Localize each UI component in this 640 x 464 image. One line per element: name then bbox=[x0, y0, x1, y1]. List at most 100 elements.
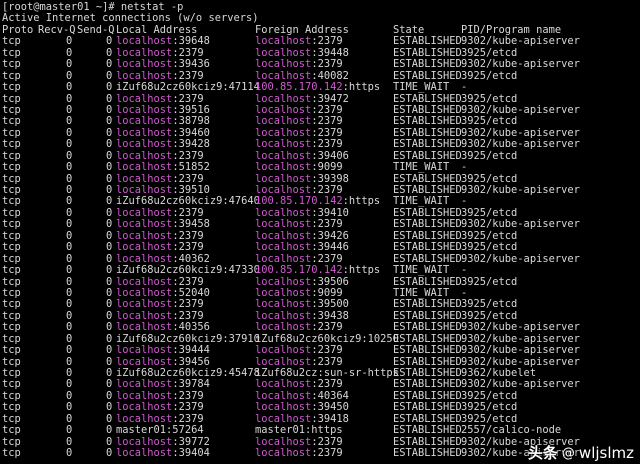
address-segment: :39406 bbox=[311, 149, 349, 162]
cell-proto: tcp bbox=[2, 321, 21, 334]
address-segment: :39398 bbox=[311, 172, 349, 185]
cell-proto: tcp bbox=[2, 264, 21, 277]
host-name: localhost bbox=[116, 389, 173, 402]
terminal-window[interactable]: [root@master01 ~]# netstat -p Active Int… bbox=[2, 1, 640, 464]
cell-state: ESTABLISHED bbox=[393, 138, 462, 151]
address-segment: master01:57264 bbox=[116, 424, 204, 437]
host-name: localhost bbox=[255, 344, 312, 357]
address-segment: :39436 bbox=[172, 58, 210, 71]
cell-pid-program: - bbox=[461, 81, 468, 94]
host-name: localhost bbox=[255, 92, 312, 105]
cell-state: TIME_WAIT bbox=[393, 161, 450, 174]
host-name: localhost bbox=[255, 229, 312, 242]
host-name: localhost bbox=[255, 298, 312, 311]
cell-state: TIME_WAIT bbox=[393, 81, 450, 94]
cell-recvq: 0 bbox=[66, 138, 73, 151]
host-name: localhost bbox=[255, 69, 312, 82]
cell-state: ESTABLISHED bbox=[393, 241, 462, 254]
address-segment: :39448 bbox=[311, 46, 349, 59]
address-segment: :https bbox=[342, 81, 381, 94]
host-name: localhost bbox=[116, 218, 173, 231]
host-name: localhost bbox=[116, 46, 173, 59]
address-segment: :2379 bbox=[172, 172, 204, 185]
address-segment: :2379 bbox=[172, 92, 204, 105]
connection-rows: tcp 0 0 localhost:39648 localhost:2379 ESTABL… bbox=[2, 35, 640, 460]
address-segment: :39446 bbox=[311, 241, 349, 254]
host-name: localhost bbox=[255, 389, 312, 402]
host-name: localhost bbox=[255, 149, 312, 162]
cell-sendq: 0 bbox=[106, 81, 113, 94]
watermark: 头条 @ wljslmz bbox=[527, 443, 634, 462]
address-segment: :2379 bbox=[311, 355, 343, 368]
cell-proto: tcp bbox=[2, 344, 21, 357]
host-name: localhost bbox=[255, 126, 312, 139]
watermark-logo: 头条 bbox=[527, 443, 558, 462]
address-segment: :39516 bbox=[172, 103, 210, 116]
cell-sendq: 0 bbox=[106, 424, 113, 437]
cell-recvq: 0 bbox=[66, 241, 73, 254]
address-segment: :2379 bbox=[172, 206, 204, 219]
address-segment: :2379 bbox=[172, 298, 204, 311]
address-segment: :52040 bbox=[172, 286, 210, 299]
host-name: localhost bbox=[116, 126, 173, 139]
host-name: localhost bbox=[255, 286, 312, 299]
host-name: localhost bbox=[255, 252, 312, 265]
address-segment: :2379 bbox=[172, 241, 204, 254]
address-segment: iZuf68u2cz60kciz9:47114 bbox=[116, 81, 260, 94]
host-name: localhost bbox=[255, 172, 312, 185]
cell-pid-program: 3925/etcd bbox=[461, 275, 518, 288]
address-segment: :2379 bbox=[311, 218, 343, 231]
host-name: localhost bbox=[116, 69, 173, 82]
address-segment: :2379 bbox=[311, 115, 343, 128]
host-name: localhost bbox=[255, 35, 312, 48]
host-name: localhost bbox=[255, 103, 312, 116]
cell-sendq: 0 bbox=[106, 138, 113, 151]
host-name: localhost bbox=[116, 355, 173, 368]
address-segment: :2379 bbox=[172, 389, 204, 402]
host-name: localhost bbox=[255, 355, 312, 368]
cell-proto: tcp bbox=[2, 161, 21, 174]
address-segment: master01:https bbox=[255, 424, 343, 437]
address-segment: :39438 bbox=[311, 309, 349, 322]
cell-recvq: 0 bbox=[66, 161, 73, 174]
address-segment: :2379 bbox=[311, 252, 343, 265]
host-name: localhost bbox=[116, 298, 173, 311]
cell-pid-program: - bbox=[461, 264, 468, 277]
address-segment: :2379 bbox=[311, 138, 343, 151]
host-name: localhost bbox=[116, 206, 173, 219]
cell-proto: tcp bbox=[2, 138, 21, 151]
host-name: localhost bbox=[255, 115, 312, 128]
host-name: localhost bbox=[255, 447, 312, 460]
address-segment: :39772 bbox=[172, 435, 210, 448]
address-segment: :2379 bbox=[311, 126, 343, 139]
address-segment: :39510 bbox=[172, 184, 210, 196]
host-name: localhost bbox=[255, 412, 312, 425]
host-name: localhost bbox=[116, 149, 173, 162]
address-segment: :2379 bbox=[172, 309, 204, 322]
cell-recvq: 0 bbox=[66, 58, 73, 71]
cell-state: ESTABLISHED bbox=[393, 344, 462, 357]
host-name: localhost bbox=[255, 218, 312, 231]
host-name: localhost bbox=[255, 401, 312, 414]
host-name: localhost bbox=[255, 275, 312, 288]
cell-state: TIME_WAIT bbox=[393, 264, 450, 277]
host-name: localhost bbox=[116, 435, 173, 448]
address-segment: iZuf68u2cz60kciz9:37910 bbox=[116, 332, 260, 345]
host-name: localhost bbox=[116, 241, 173, 254]
host-name: localhost bbox=[116, 92, 173, 105]
host-name: localhost bbox=[116, 115, 173, 128]
address-segment: :39784 bbox=[172, 378, 210, 391]
host-name: localhost bbox=[116, 252, 173, 265]
address-segment: :2379 bbox=[311, 58, 343, 71]
host-name: localhost bbox=[255, 241, 312, 254]
address-segment: :https bbox=[342, 195, 381, 208]
cell-pid-program: 3925/etcd bbox=[461, 149, 518, 162]
cell-local-address: localhost:39404 bbox=[116, 447, 210, 460]
host-name: localhost bbox=[116, 447, 173, 460]
host-name: localhost bbox=[116, 275, 173, 288]
cell-pid-program: 3925/etcd bbox=[461, 241, 518, 254]
host-name: localhost bbox=[255, 184, 312, 196]
cell-sendq: 0 bbox=[106, 241, 113, 254]
address-segment: :39472 bbox=[311, 92, 349, 105]
address-segment: :9099 bbox=[311, 286, 343, 299]
